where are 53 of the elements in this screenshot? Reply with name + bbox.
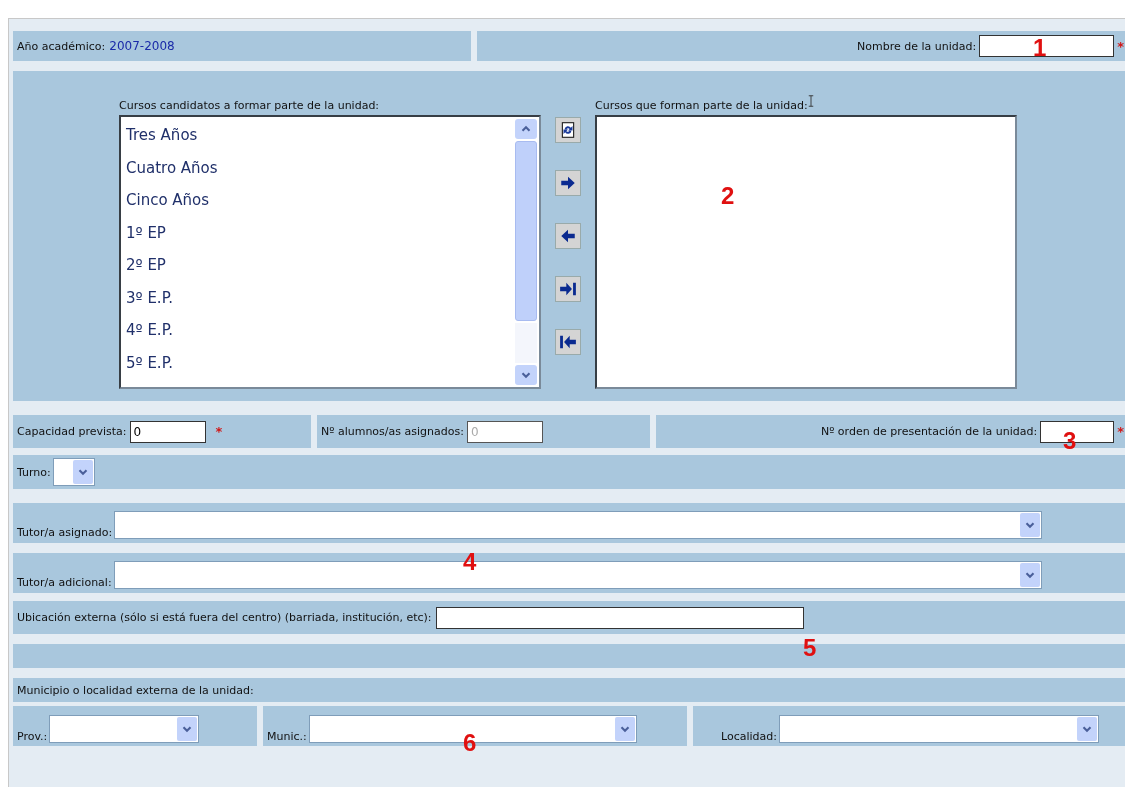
annotation-number: 6 [463, 729, 477, 757]
dropdown[interactable] [114, 511, 1043, 539]
refresh-icon [559, 121, 577, 139]
required-mark: * [1117, 424, 1124, 439]
dropdown[interactable] [52, 458, 95, 486]
scrollbar[interactable] [513, 117, 539, 387]
field-label: Nº alumnos/as asignados: [321, 425, 464, 438]
selected-courses-list[interactable] [595, 115, 1017, 389]
list-item[interactable]: Tres Años [126, 121, 508, 154]
annotation-number: 5 [803, 634, 817, 662]
annotation-number: 2 [721, 182, 735, 210]
arrow-to-start-icon [559, 333, 577, 351]
transfer-button[interactable] [555, 276, 581, 302]
list-item[interactable]: 4º E.P. [126, 316, 508, 349]
required-mark: * [215, 424, 223, 439]
list-item[interactable]: 1º EP [126, 218, 508, 251]
field-label: Turno: [17, 465, 51, 479]
transfer-button[interactable] [555, 170, 581, 196]
academic-year: 2007-2008 [109, 39, 175, 53]
external-location-field[interactable] [435, 606, 804, 629]
field-label: Cursos que forman parte de la unidad: [595, 99, 808, 112]
dropdown[interactable] [49, 715, 200, 743]
list-item[interactable]: 2º EP [126, 251, 508, 284]
field-label: Ubicación externa (sólo si está fuera del centro) (barriada, institución, etc): [17, 611, 432, 624]
field-label: Capacidad prevista: [17, 425, 127, 438]
field-label: Tutor/a asignado: [17, 526, 113, 539]
scroll-thumb[interactable] [515, 141, 537, 321]
dropdown[interactable] [779, 715, 1099, 743]
list-item[interactable]: 5º E.P. [126, 348, 508, 381]
required-mark: * [1117, 38, 1124, 54]
right-arrow-icon [559, 174, 577, 192]
field-label: Cursos candidatos a formar parte de la unidad: [119, 99, 380, 112]
left-arrow-icon [559, 227, 577, 245]
list-item[interactable]: Cinco Años [126, 186, 508, 219]
field-label: Tutor/a adicional: [17, 576, 112, 589]
field-label: Localidad: [721, 730, 777, 743]
field-label: Prov.: [17, 730, 48, 743]
field-label: Municipio o localidad externa de la unidad: [17, 683, 254, 697]
field-label: Nº orden de presentación de la unidad: [820, 425, 1038, 438]
annotation-number: 1 [1033, 34, 1047, 62]
annotation-number: 4 [463, 548, 477, 576]
candidates-list[interactable]: Tres Años Cuatro Años Cinco Años 1º EP 2º EP 3º E.P. 4º E.P. 5º E.P. [119, 115, 541, 389]
capacity-field[interactable]: 0 [129, 420, 206, 443]
transfer-button[interactable] [555, 223, 581, 249]
field-label: Año académico: [17, 39, 106, 53]
arrow-to-end-icon [559, 280, 577, 298]
list-item[interactable]: 3º E.P. [126, 283, 508, 316]
list-item[interactable]: Cuatro Años [126, 153, 508, 186]
transfer-button[interactable] [555, 329, 581, 355]
field-label: Munic.: [267, 730, 307, 743]
transfer-button[interactable] [555, 117, 581, 143]
unit-name-field[interactable] [979, 35, 1115, 57]
field-label: Nombre de la unidad: [857, 39, 977, 53]
